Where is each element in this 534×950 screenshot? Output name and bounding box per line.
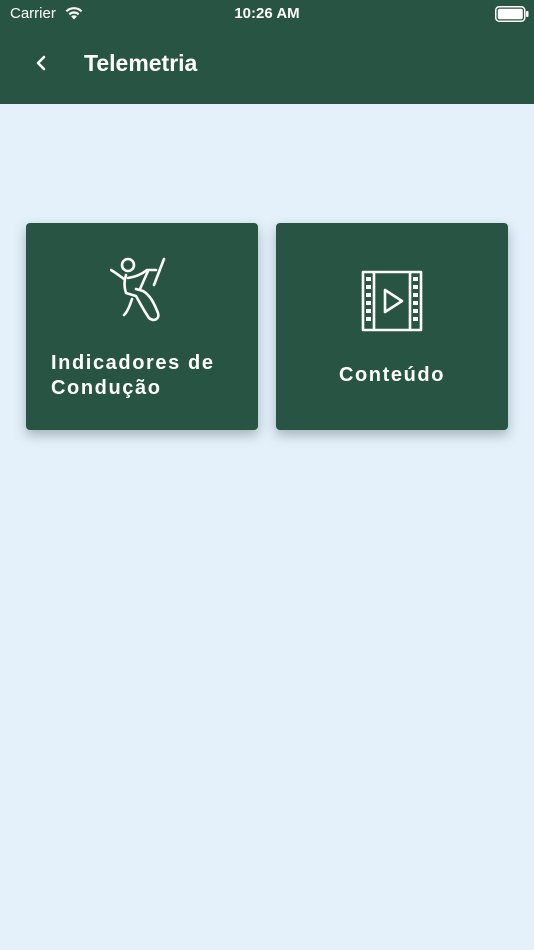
video-film-icon: [361, 270, 423, 332]
content-card[interactable]: Conteúdo: [276, 223, 508, 430]
back-button[interactable]: [26, 48, 56, 78]
status-time: 10:26 AM: [234, 5, 300, 22]
app-header: Carrier 10:26 AM Telemetria: [0, 0, 534, 104]
driving-indicators-label: Indicadores de Condução: [51, 352, 215, 399]
driver-seat-icon: [110, 257, 166, 322]
battery-icon: [495, 6, 529, 22]
driving-indicators-card[interactable]: Indicadores de Condução: [26, 223, 258, 430]
page-title: Telemetria: [84, 50, 198, 76]
content-label: Conteúdo: [338, 364, 446, 386]
status-bar: Carrier 10:26 AM: [0, 0, 534, 28]
chevron-left-icon: [36, 55, 46, 71]
